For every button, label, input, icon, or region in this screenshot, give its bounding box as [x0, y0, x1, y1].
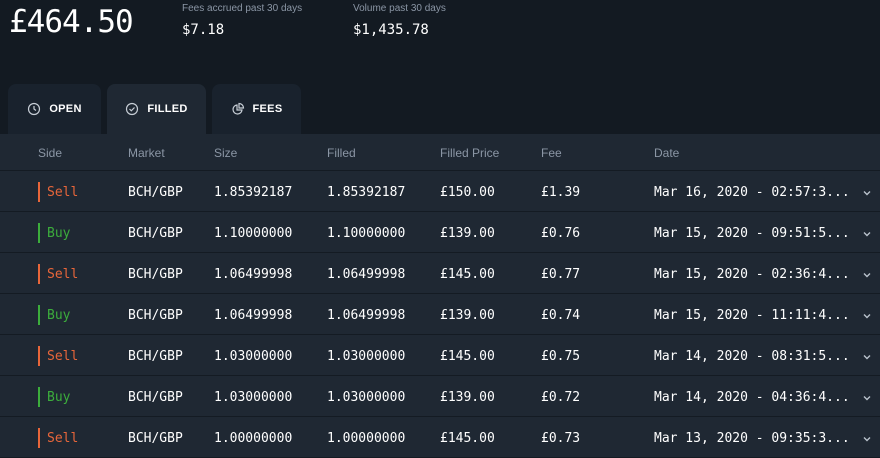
clock-icon [27, 102, 41, 116]
col-filled-price: Filled Price [440, 146, 500, 160]
table-header: Side Market Size Filled Filled Price Fee… [0, 134, 880, 171]
filled-cell: 1.00000000 [327, 431, 406, 446]
fee-cell: £0.76 [541, 226, 581, 241]
col-side: Side [38, 146, 63, 160]
size-cell: 1.06499998 [214, 267, 293, 282]
account-balance: £464.50 [9, 4, 134, 40]
market-cell: BCH/GBP [128, 185, 183, 200]
tab-filled-label: FILLED [147, 103, 188, 115]
side-indicator-bar [38, 305, 40, 325]
size-cell: 1.03000000 [214, 349, 293, 364]
col-filled: Filled [327, 146, 356, 160]
filled-price-cell: £139.00 [440, 308, 495, 323]
market-cell: BCH/GBP [128, 308, 183, 323]
account-stats: £464.50 Fees accrued past 30 days $7.18 … [0, 0, 880, 80]
tab-open[interactable]: OPEN [8, 84, 101, 134]
filled-cell: 1.03000000 [327, 390, 406, 405]
side-cell: Sell [47, 431, 79, 446]
date-cell: Mar 14, 2020 - 08:31:5... [654, 349, 847, 364]
filled-orders-table: Side Market Size Filled Filled Price Fee… [0, 134, 880, 458]
side-indicator-bar [38, 387, 40, 407]
side-cell: Buy [47, 226, 71, 241]
filled-price-cell: £145.00 [440, 267, 495, 282]
market-cell: BCH/GBP [128, 390, 183, 405]
side-indicator-bar [38, 223, 40, 243]
chevron-down-icon[interactable] [861, 309, 873, 321]
size-cell: 1.10000000 [214, 226, 293, 241]
col-size: Size [214, 146, 238, 160]
volume-stat-value: $1,435.78 [353, 22, 429, 38]
fee-cell: £0.74 [541, 308, 581, 323]
fee-cell: £0.73 [541, 431, 581, 446]
chevron-down-icon[interactable] [861, 227, 873, 239]
table-row[interactable]: Sell BCH/GBP 1.06499998 1.06499998 £145.00 £0… [0, 253, 880, 294]
market-cell: BCH/GBP [128, 267, 183, 282]
tab-filled[interactable]: FILLED [107, 84, 206, 134]
filled-price-cell: £139.00 [440, 226, 495, 241]
size-cell: 1.00000000 [214, 431, 293, 446]
date-cell: Mar 15, 2020 - 09:51:5... [654, 226, 847, 241]
side-cell: Sell [47, 349, 79, 364]
fees-stat-value: $7.18 [182, 22, 225, 38]
fee-cell: £0.72 [541, 390, 581, 405]
date-cell: Mar 14, 2020 - 04:36:4... [654, 390, 847, 405]
pie-chart-icon [231, 102, 245, 116]
filled-cell: 1.85392187 [327, 185, 406, 200]
fees-stat: Fees accrued past 30 days $7.18 [182, 3, 302, 38]
table-row[interactable]: Sell BCH/GBP 1.03000000 1.03000000 £145.00 £0… [0, 335, 880, 376]
table-row[interactable]: Sell BCH/GBP 1.85392187 1.85392187 £150.00 £1… [0, 171, 880, 212]
col-date: Date [654, 146, 680, 160]
col-fee: Fee [541, 146, 562, 160]
filled-cell: 1.06499998 [327, 308, 406, 323]
fees-stat-label: Fees accrued past 30 days [182, 3, 303, 14]
filled-cell: 1.03000000 [327, 349, 406, 364]
fee-cell: £1.39 [541, 185, 581, 200]
chevron-down-icon[interactable] [861, 268, 873, 280]
chevron-down-icon[interactable] [861, 350, 873, 362]
side-indicator-bar [38, 182, 40, 202]
table-row[interactable]: Buy BCH/GBP 1.10000000 1.10000000 £139.00 £0.… [0, 212, 880, 253]
side-indicator-bar [38, 346, 40, 366]
date-cell: Mar 15, 2020 - 02:36:4... [654, 267, 847, 282]
chevron-down-icon[interactable] [861, 391, 873, 403]
check-circle-icon [125, 102, 139, 116]
table-row[interactable]: Buy BCH/GBP 1.06499998 1.06499998 £139.00 £0.… [0, 294, 880, 335]
side-cell: Buy [47, 390, 71, 405]
side-indicator-bar [38, 264, 40, 284]
filled-price-cell: £139.00 [440, 390, 495, 405]
table-row[interactable]: Buy BCH/GBP 1.03000000 1.03000000 £139.00 £0.… [0, 376, 880, 417]
market-cell: BCH/GBP [128, 226, 183, 241]
filled-cell: 1.06499998 [327, 267, 406, 282]
size-cell: 1.06499998 [214, 308, 293, 323]
date-cell: Mar 15, 2020 - 11:11:4... [654, 308, 847, 323]
date-cell: Mar 13, 2020 - 09:35:3... [654, 431, 847, 446]
chevron-down-icon[interactable] [861, 186, 873, 198]
volume-stat-label: Volume past 30 days [353, 3, 446, 14]
size-cell: 1.85392187 [214, 185, 293, 200]
filled-price-cell: £150.00 [440, 185, 495, 200]
table-row[interactable]: Sell BCH/GBP 1.00000000 1.00000000 £145.00 £0… [0, 417, 880, 458]
market-cell: BCH/GBP [128, 431, 183, 446]
tab-fees[interactable]: FEES [212, 84, 301, 134]
order-tabs: OPEN FILLED FEES [0, 84, 880, 134]
tab-fees-label: FEES [252, 103, 283, 115]
side-cell: Sell [47, 267, 79, 282]
fee-cell: £0.75 [541, 349, 581, 364]
col-market: Market [128, 146, 165, 160]
side-indicator-bar [38, 428, 40, 448]
filled-cell: 1.10000000 [327, 226, 406, 241]
volume-stat: Volume past 30 days $1,435.78 [353, 3, 446, 38]
chevron-down-icon[interactable] [861, 432, 873, 444]
date-cell: Mar 16, 2020 - 02:57:3... [654, 185, 847, 200]
size-cell: 1.03000000 [214, 390, 293, 405]
side-cell: Buy [47, 308, 71, 323]
filled-price-cell: £145.00 [440, 431, 495, 446]
fee-cell: £0.77 [541, 267, 581, 282]
side-cell: Sell [47, 185, 79, 200]
market-cell: BCH/GBP [128, 349, 183, 364]
filled-price-cell: £145.00 [440, 349, 495, 364]
tab-open-label: OPEN [49, 103, 82, 115]
